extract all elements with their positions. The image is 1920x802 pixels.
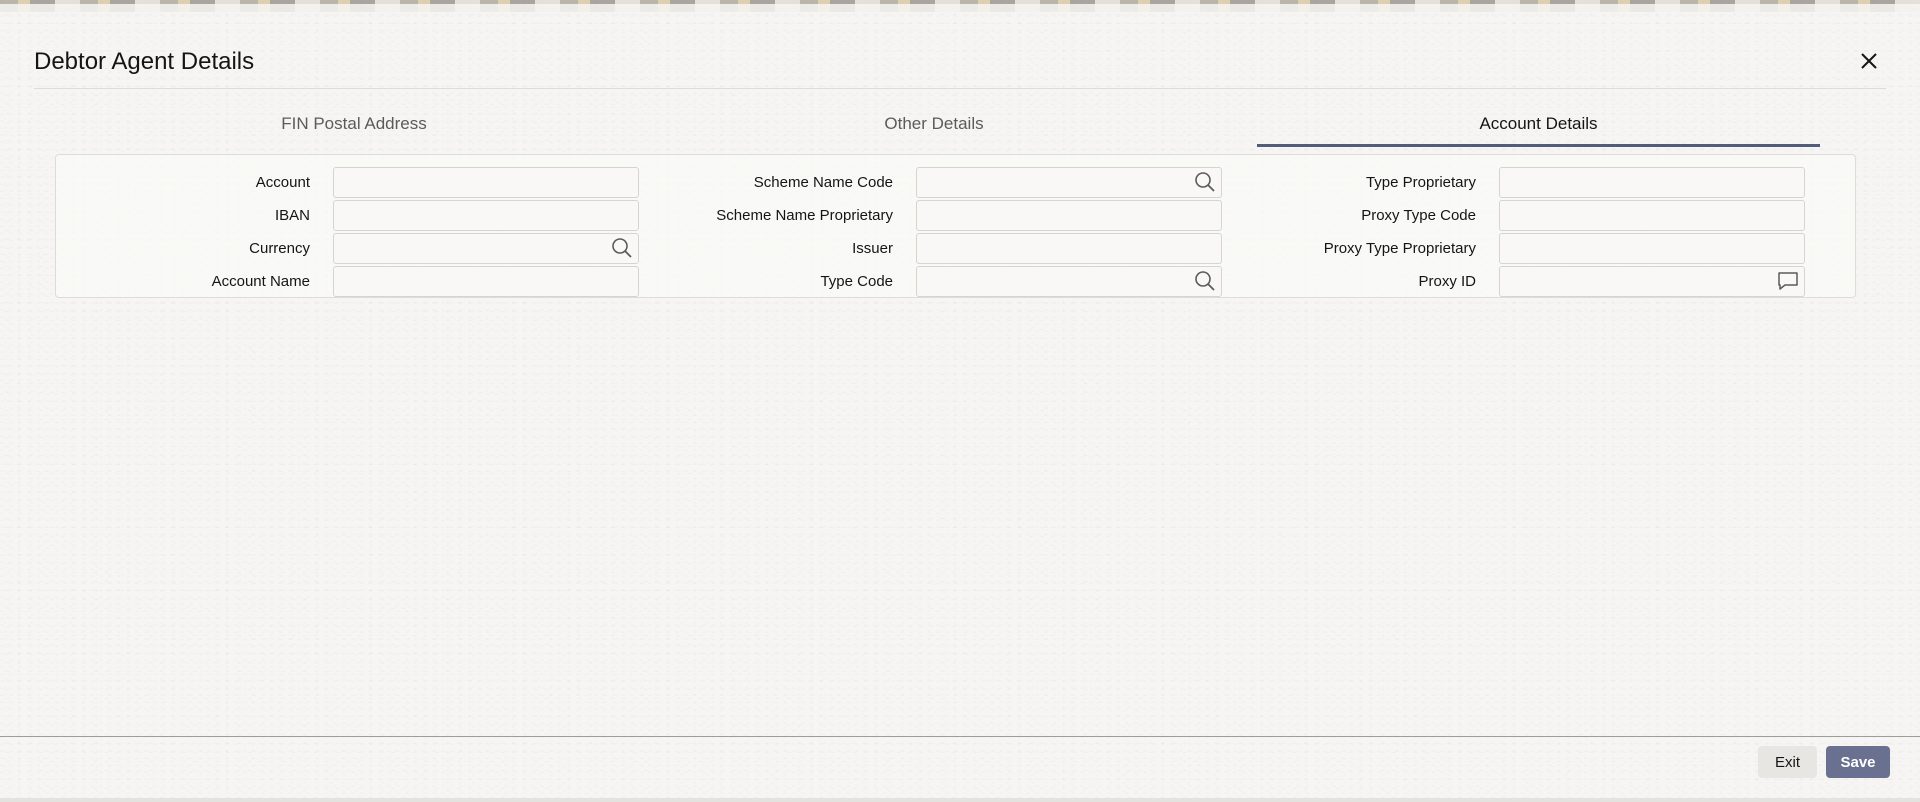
search-icon: [1195, 172, 1215, 192]
scheme-name-code-label: Scheme Name Code: [753, 174, 893, 191]
currency-search-button[interactable]: [609, 235, 635, 261]
scheme-name-code-search-button[interactable]: [1192, 169, 1218, 195]
save-button[interactable]: Save: [1826, 746, 1890, 778]
iban-label: IBAN: [274, 207, 310, 224]
tab-account-details[interactable]: Account Details: [1257, 104, 1820, 147]
currency-label: Currency: [249, 240, 310, 257]
type-code-label: Type Code: [820, 273, 893, 290]
dialog-title: Debtor Agent Details: [34, 48, 255, 75]
iban-input[interactable]: [333, 200, 639, 231]
tab-bar: FIN Postal Address Other Details Account…: [56, 104, 1820, 147]
proxy-type-proprietary-label: Proxy Type Proprietary: [1323, 240, 1476, 257]
tab-fin-postal-address[interactable]: FIN Postal Address: [56, 104, 652, 144]
scheme-name-proprietary-input[interactable]: [916, 200, 1222, 231]
proxy-id-label: Proxy ID: [1418, 273, 1476, 290]
footer-divider: [0, 736, 1920, 737]
search-icon: [612, 238, 632, 258]
close-icon: [1861, 53, 1877, 69]
proxy-id-comment-button[interactable]: [1775, 268, 1801, 294]
type-proprietary-label: Type Proprietary: [1365, 174, 1476, 191]
comment-icon: [1778, 272, 1798, 290]
title-divider: [34, 88, 1886, 89]
close-button[interactable]: [1856, 48, 1882, 74]
type-code-input[interactable]: [916, 266, 1222, 297]
account-details-panel: Account IBAN Currency Account Name Schem…: [55, 154, 1856, 298]
proxy-type-code-input[interactable]: [1499, 200, 1805, 231]
proxy-id-input[interactable]: [1499, 266, 1805, 297]
issuer-label: Issuer: [852, 240, 893, 257]
exit-button[interactable]: Exit: [1758, 746, 1817, 778]
tab-other-details[interactable]: Other Details: [652, 104, 1216, 144]
issuer-input[interactable]: [916, 233, 1222, 264]
scheme-name-proprietary-label: Scheme Name Proprietary: [716, 207, 893, 224]
scheme-name-code-input[interactable]: [916, 167, 1222, 198]
proxy-type-code-label: Proxy Type Code: [1361, 207, 1476, 224]
proxy-type-proprietary-input[interactable]: [1499, 233, 1805, 264]
type-proprietary-input[interactable]: [1499, 167, 1805, 198]
search-icon: [1195, 271, 1215, 291]
bottom-strip: [0, 798, 1920, 802]
top-strip-fade: [0, 4, 1920, 14]
account-name-input[interactable]: [333, 266, 639, 297]
account-input[interactable]: [333, 167, 639, 198]
type-code-search-button[interactable]: [1192, 268, 1218, 294]
account-name-label: Account Name: [211, 273, 310, 290]
currency-input[interactable]: [333, 233, 639, 264]
account-label: Account: [255, 174, 310, 191]
